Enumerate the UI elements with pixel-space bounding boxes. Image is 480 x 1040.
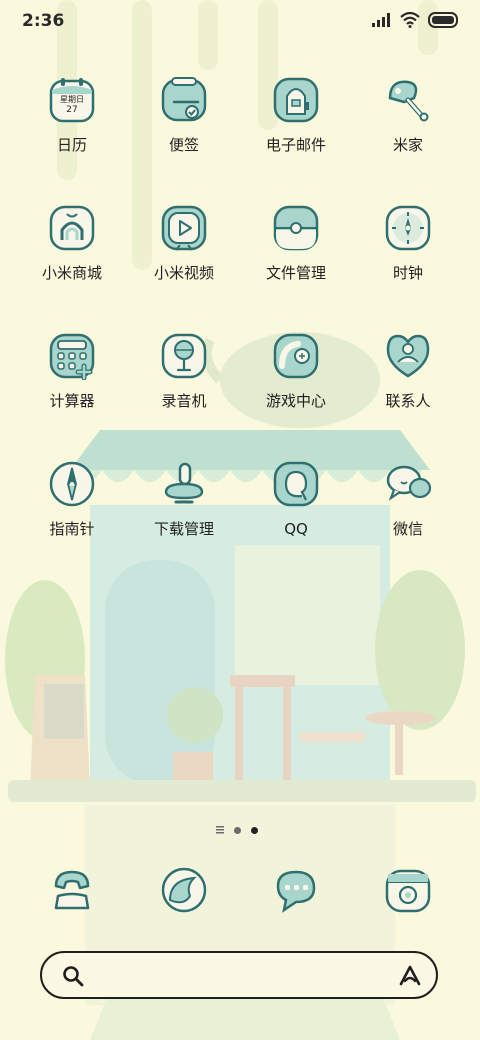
dock-messages[interactable] (240, 866, 352, 916)
app-label: 微信 (392, 520, 423, 538)
search-icon (63, 966, 84, 987)
clock-icon (385, 205, 431, 251)
battery-icon (428, 12, 458, 28)
mi-store-icon (49, 205, 95, 251)
dock-camera[interactable] (352, 866, 464, 916)
app-qq[interactable]: QQ (240, 460, 352, 580)
page-dot-active (251, 826, 258, 834)
signal-icon (372, 13, 390, 27)
app-label: 日历 (56, 136, 87, 154)
app-label: 时钟 (392, 264, 423, 282)
app-label: 计算器 (49, 392, 95, 410)
app-calculator[interactable]: 计算器 (16, 332, 128, 452)
video-play-icon (161, 205, 207, 251)
dock-phone[interactable] (16, 866, 128, 916)
dock-browser[interactable] (128, 866, 240, 916)
calendar-icon: 星期日 27 (49, 78, 95, 123)
page-dot (234, 826, 241, 834)
app-label: 电子邮件 (265, 136, 326, 154)
assistant-icon[interactable] (398, 964, 422, 986)
home-page-list-icon (216, 826, 224, 834)
app-compass[interactable]: 指南针 (16, 460, 128, 580)
app-label: 米家 (392, 136, 423, 154)
game-center-icon (273, 333, 319, 379)
calculator-icon (49, 333, 95, 380)
app-recorder[interactable]: 录音机 (128, 332, 240, 452)
browser-icon (161, 867, 207, 913)
qq-icon (273, 461, 319, 507)
contacts-icon (386, 334, 430, 378)
app-calendar[interactable]: 星期日 27 日历 (16, 76, 128, 196)
system-indicators (372, 12, 460, 28)
svg-text:星期日: 星期日 (60, 95, 84, 104)
app-file-manager[interactable]: 文件管理 (240, 204, 352, 324)
file-manager-icon (273, 205, 319, 251)
svg-text:27: 27 (66, 105, 77, 115)
notes-icon (161, 77, 207, 122)
page-indicator[interactable] (216, 824, 266, 836)
app-label: 便签 (168, 136, 199, 154)
search-bar[interactable] (40, 951, 438, 999)
camera-icon (385, 869, 431, 913)
compass-icon (49, 461, 95, 507)
email-icon (273, 77, 319, 123)
mijia-icon (388, 80, 429, 122)
app-label: 小米视频 (153, 264, 214, 282)
app-label: 下载管理 (153, 520, 214, 538)
dock (0, 866, 480, 916)
phone-icon (54, 870, 90, 910)
app-label: 指南针 (49, 520, 95, 538)
app-game-center[interactable]: 游戏中心 (240, 332, 352, 452)
app-label: 游戏中心 (265, 392, 326, 410)
app-label: 文件管理 (265, 264, 326, 282)
status-bar: 2:36 (0, 0, 480, 44)
wechat-icon (386, 465, 432, 501)
download-icon (164, 462, 204, 504)
status-time: 2:36 (22, 11, 65, 31)
app-email[interactable]: 电子邮件 (240, 76, 352, 196)
recorder-icon (161, 333, 207, 379)
app-mi-video[interactable]: 小米视频 (128, 204, 240, 324)
wifi-icon (400, 12, 420, 28)
app-label: QQ (284, 520, 308, 538)
app-label: 联系人 (385, 392, 431, 410)
app-label: 小米商城 (41, 264, 102, 282)
messages-icon (276, 870, 316, 913)
app-wechat[interactable]: 微信 (352, 460, 464, 580)
app-clock[interactable]: 时钟 (352, 204, 464, 324)
app-mi-store[interactable]: 小米商城 (16, 204, 128, 324)
app-notes[interactable]: 便签 (128, 76, 240, 196)
app-download-manager[interactable]: 下载管理 (128, 460, 240, 580)
app-mijia[interactable]: 米家 (352, 76, 464, 196)
app-contacts[interactable]: 联系人 (352, 332, 464, 452)
app-label: 录音机 (161, 392, 207, 410)
